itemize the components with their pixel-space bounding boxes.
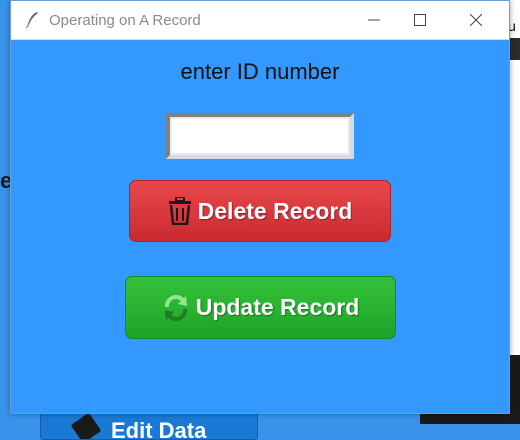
record-dialog: Operating on A Record enter ID number De… — [10, 0, 510, 414]
minimize-icon — [368, 19, 380, 21]
update-record-label: Update Record — [195, 294, 360, 320]
maximize-button[interactable] — [397, 1, 443, 39]
maximize-icon — [414, 14, 426, 26]
close-icon — [470, 14, 482, 26]
delete-record-label: Delete Record — [197, 197, 353, 224]
update-record-button[interactable]: Update Record — [125, 276, 396, 339]
id-input[interactable] — [166, 113, 354, 159]
refresh-icon — [162, 294, 190, 322]
delete-record-button[interactable]: Delete Record — [129, 180, 391, 242]
background-edit-data-label: Edit Data — [111, 418, 207, 440]
id-prompt-label: enter ID number — [180, 59, 340, 84]
background-edit-data-button[interactable]: Edit Data — [40, 410, 258, 440]
feather-icon — [25, 12, 38, 29]
close-button[interactable] — [453, 1, 499, 39]
pencil-icon — [70, 412, 102, 439]
title-bar[interactable]: Operating on A Record — [11, 1, 509, 40]
trash-icon — [168, 197, 192, 225]
minimize-button[interactable] — [351, 1, 397, 39]
window-title: Operating on A Record — [49, 11, 201, 29]
